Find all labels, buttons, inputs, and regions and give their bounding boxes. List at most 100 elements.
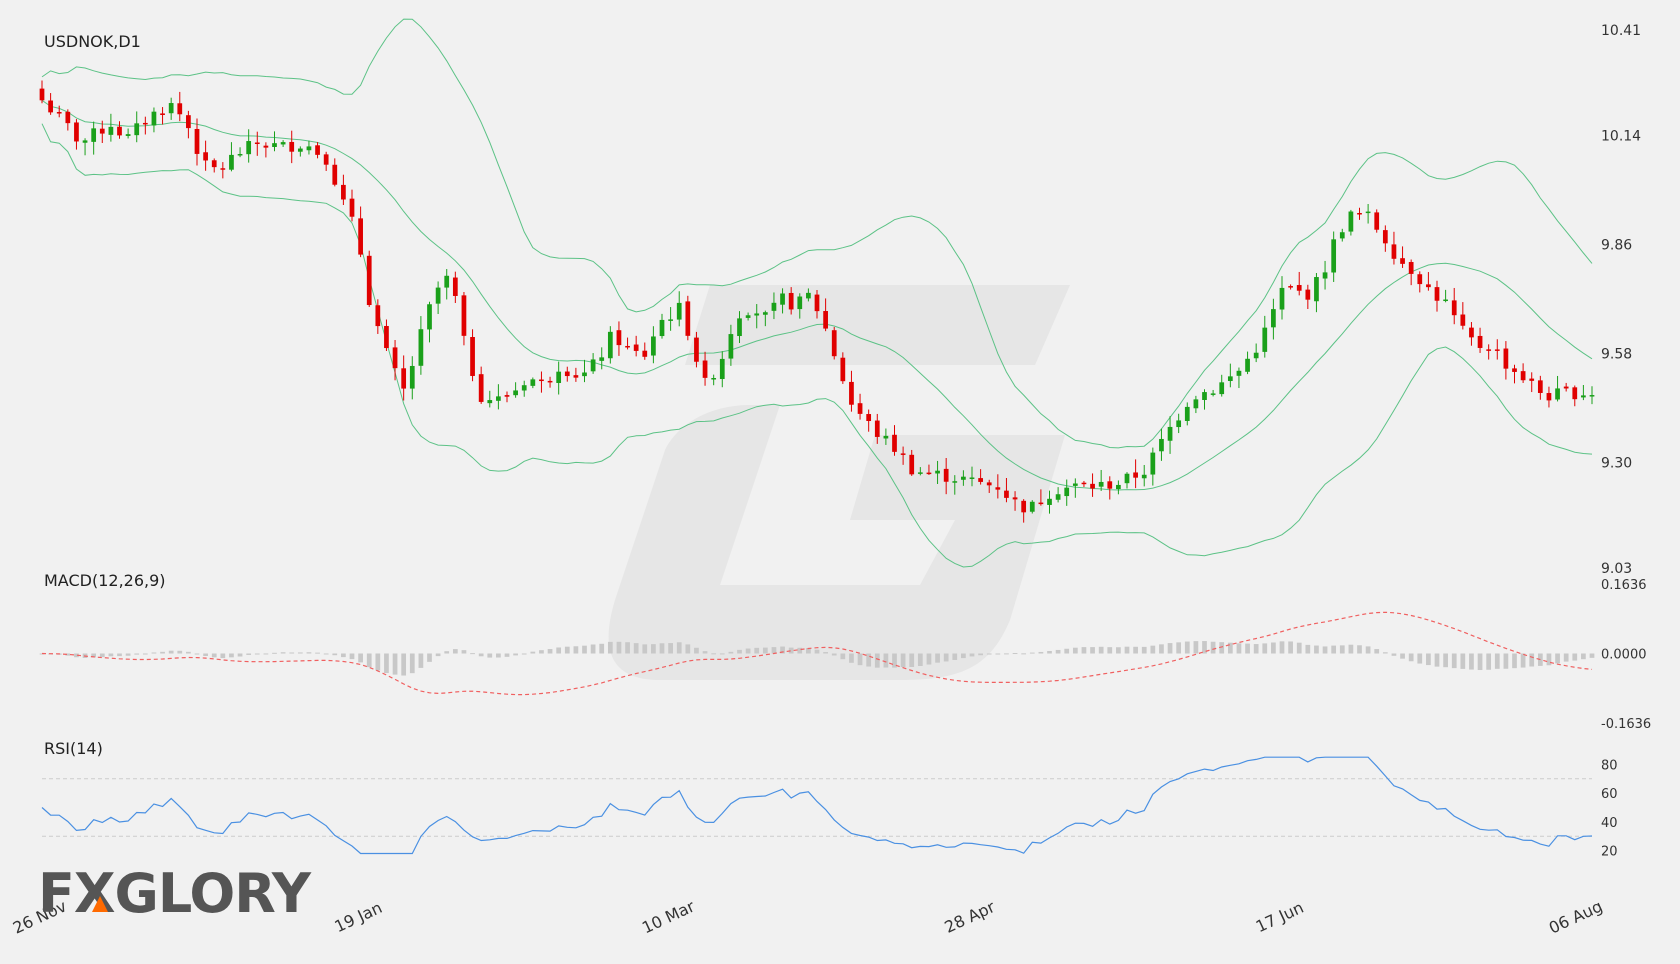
macd-histogram-bar: [952, 653, 958, 660]
macd-histogram-bar: [1047, 651, 1052, 654]
macd-histogram-bar: [582, 645, 587, 654]
candle-body: [1279, 287, 1285, 310]
macd-histogram-bar: [349, 653, 355, 660]
macd-histogram-bar: [1064, 648, 1070, 654]
candle-body: [728, 334, 734, 359]
macd-histogram-bar: [943, 653, 949, 662]
macd-histogram-bar: [771, 647, 777, 654]
candle-body: [719, 358, 725, 380]
macd-histogram-bar: [1253, 644, 1259, 654]
candle-body: [1047, 498, 1052, 505]
candle-body: [694, 337, 699, 362]
macd-histogram-bar: [1081, 647, 1087, 654]
candle-body: [289, 141, 295, 152]
candle-body: [1253, 352, 1259, 359]
macd-histogram-bar: [737, 649, 742, 654]
macd-histogram-bar: [1184, 641, 1190, 654]
macd-histogram-bar: [1090, 647, 1095, 654]
candle-body: [633, 344, 639, 351]
macd-histogram-bar: [186, 651, 191, 654]
candle-body: [1322, 272, 1328, 279]
macd-histogram-bar: [1227, 642, 1233, 654]
macd-histogram-bar: [435, 653, 441, 657]
candle-body: [91, 128, 97, 142]
candle-body: [1331, 239, 1337, 273]
candle-body: [1520, 371, 1526, 381]
macd-histogram-bar: [1322, 646, 1328, 654]
macd-histogram-bar: [986, 653, 992, 655]
macd-histogram-bar: [625, 642, 630, 654]
macd-histogram-bar: [1176, 642, 1182, 654]
macd-histogram-bar: [831, 653, 837, 656]
candle-body: [1081, 482, 1087, 485]
candle-body: [754, 313, 760, 316]
macd-histogram-bar: [1417, 653, 1423, 664]
macd-histogram-bar: [168, 650, 174, 654]
price-tick-label: 9.03: [1601, 561, 1632, 577]
candle-body: [582, 372, 587, 377]
macd-histogram-bar: [160, 651, 165, 654]
candle-body: [263, 145, 269, 148]
candle-body: [1443, 299, 1448, 302]
candle-body: [1150, 452, 1156, 475]
candle-body: [220, 168, 226, 170]
macd-histogram-bar: [1021, 653, 1027, 655]
macd-histogram-bar: [1520, 653, 1526, 668]
macd-histogram-bar: [504, 653, 510, 657]
macd-histogram-bar: [427, 653, 432, 662]
price-tick-label: 10.14: [1601, 128, 1641, 144]
candle-body: [366, 255, 372, 306]
price-tick-label: 9.86: [1601, 237, 1632, 253]
candle-body: [961, 476, 966, 480]
candle-body: [1382, 230, 1388, 244]
candle-body: [418, 329, 424, 366]
candle-body: [237, 154, 243, 156]
macd-histogram-bar: [272, 652, 277, 654]
candle-body: [117, 126, 122, 136]
macd-label: MACD(12,26,9): [44, 571, 166, 590]
macd-histogram-bar: [556, 647, 562, 654]
candle-body: [1098, 481, 1104, 487]
candle-body: [160, 113, 165, 115]
candle-body: [1529, 378, 1535, 381]
macd-histogram-bar: [754, 647, 760, 654]
macd-histogram-bar: [1443, 653, 1448, 668]
candle-body: [909, 454, 915, 475]
candle-body: [1546, 393, 1552, 401]
macd-tick-label: -0.1636: [1601, 717, 1651, 732]
candle-body: [797, 296, 803, 310]
candle-body: [1184, 406, 1190, 421]
candle-body: [323, 154, 329, 165]
candle-body: [952, 481, 958, 483]
macd-histogram-bar: [1529, 653, 1535, 667]
candle-body: [452, 277, 458, 296]
macd-histogram-bar: [366, 653, 372, 668]
macd-histogram-bar: [711, 653, 717, 655]
candle-body: [668, 319, 673, 321]
macd-histogram-bar: [280, 652, 286, 654]
candle-body: [676, 302, 682, 320]
macd-histogram-bar: [211, 653, 217, 658]
candle-body: [1072, 483, 1078, 486]
candle-body: [625, 345, 630, 348]
rsi-tick-label: 20: [1601, 845, 1618, 860]
macd-histogram-bar: [1426, 653, 1431, 666]
candle-body: [1494, 349, 1500, 351]
macd-histogram-bar: [814, 649, 820, 654]
candle-body: [1486, 349, 1492, 351]
candle-body: [1029, 501, 1035, 512]
macd-histogram-bar: [1133, 646, 1138, 654]
candle-body: [1124, 473, 1130, 484]
macd-histogram-bar: [676, 642, 682, 654]
macd-histogram-bar: [332, 653, 338, 656]
brand-logo: FXGLORY: [38, 862, 313, 925]
candle-body: [1589, 395, 1595, 397]
macd-histogram-bar: [1581, 653, 1586, 660]
candle-body: [1426, 284, 1431, 288]
macd-histogram-bar: [1365, 646, 1371, 654]
candle-body: [737, 318, 742, 337]
macd-histogram-bar: [1555, 653, 1560, 664]
macd-histogram-bar: [1339, 645, 1345, 654]
candle-body: [513, 390, 518, 396]
macd-histogram-bar: [961, 653, 966, 659]
